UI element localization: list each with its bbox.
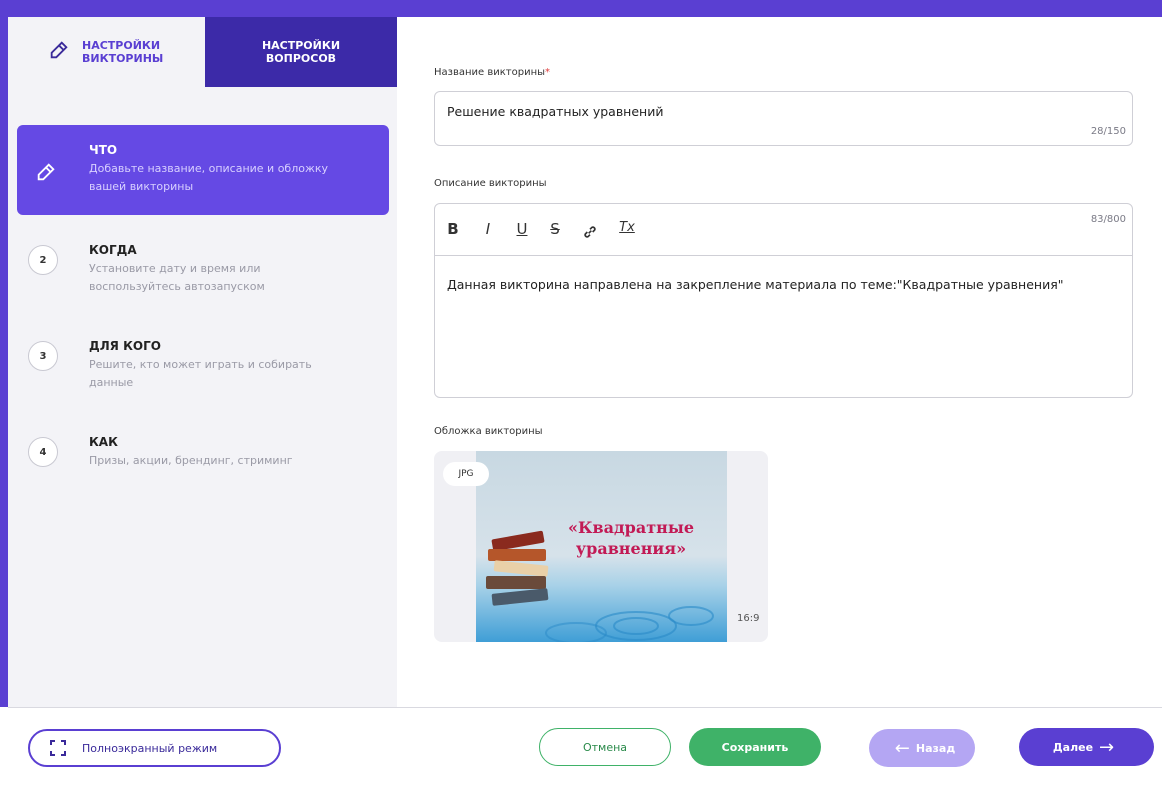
required-mark: * (545, 67, 551, 78)
pencil-icon (50, 41, 68, 59)
clear-format-button[interactable]: Tx (617, 220, 637, 235)
arrow-left-icon: ← (894, 737, 910, 759)
step-what[interactable]: ЧТО Добавьте название, описание и обложк… (17, 125, 389, 215)
link-icon[interactable] (582, 224, 598, 240)
quiz-description-label: Описание викторины (434, 178, 547, 189)
quiz-editor: НАСТРОЙКИ ВИКТОРИНЫ НАСТРОЙКИ ВОПРОСОВ Ч… (0, 0, 1162, 785)
step-number: 3 (28, 341, 58, 371)
step-title: ЧТО (89, 143, 118, 157)
cover-image: «Квадратные уравнения» (476, 451, 727, 642)
step-number: 4 (28, 437, 58, 467)
step-description: Призы, акции, брендинг, стриминг (89, 454, 293, 467)
tab-label-line2: ВИКТОРИНЫ (82, 52, 164, 65)
fullscreen-label: Полноэкранный режим (82, 741, 218, 755)
step-title: КАК (89, 435, 118, 449)
quiz-name-label-text: Название викторины (434, 67, 546, 78)
step-title: КОГДА (89, 243, 137, 257)
italic-button[interactable]: I (478, 220, 498, 238)
quiz-description-value: Данная викторина направлена на закреплен… (447, 277, 1064, 292)
next-button[interactable]: Далее → (1019, 728, 1154, 766)
fullscreen-button[interactable]: Полноэкранный режим (28, 729, 281, 767)
tab-label-line1: НАСТРОЙКИ (82, 39, 161, 52)
tab-label-line2: ВОПРОСОВ (265, 52, 337, 65)
footer: Полноэкранный режим Отмена Сохранить ← Н… (8, 707, 1162, 785)
quiz-name-value: Решение квадратных уравнений (447, 104, 664, 119)
aspect-ratio-label: 16:9 (737, 613, 760, 624)
back-label: Назад (915, 741, 956, 755)
quiz-cover[interactable]: «Квадратные уравнения» JPG 16:9 (434, 451, 768, 642)
quiz-name-label: Название викторины* (434, 67, 550, 78)
sidebar: НАСТРОЙКИ ВИКТОРИНЫ НАСТРОЙКИ ВОПРОСОВ Ч… (8, 17, 397, 707)
step-when[interactable]: 2 КОГДА Установите дату и время или восп… (17, 225, 389, 321)
arrow-right-icon: → (1099, 736, 1115, 758)
strikethrough-button[interactable]: S (545, 220, 565, 238)
books-icon (486, 530, 549, 606)
quiz-description-editor[interactable]: B I U S Tx 83/800 Данная викторина напра… (434, 203, 1133, 398)
file-type-badge: JPG (443, 462, 489, 486)
rich-text-toolbar: B I U S Tx 83/800 (435, 204, 1132, 256)
top-bar (0, 0, 1162, 17)
step-number: 2 (28, 245, 58, 275)
step-description: Решите, кто может играть и собирать данн… (89, 358, 312, 389)
next-label: Далее (1052, 740, 1094, 754)
cancel-button[interactable]: Отмена (539, 728, 671, 766)
quiz-cover-label: Обложка викторины (434, 426, 543, 437)
fullscreen-icon (50, 740, 66, 756)
step-how[interactable]: 4 КАК Призы, акции, брендинг, стриминг (17, 417, 389, 513)
step-description: Добавьте название, описание и обложку ва… (89, 162, 329, 193)
quiz-name-counter: 28/150 (1090, 126, 1126, 137)
quiz-name-field[interactable]: Решение квадратных уравнений 28/150 (434, 91, 1133, 146)
steps-list: ЧТО Добавьте название, описание и обложк… (17, 125, 389, 513)
quiz-description-counter: 83/800 (1090, 214, 1126, 225)
tab-quiz-settings[interactable]: НАСТРОЙКИ ВИКТОРИНЫ (8, 17, 205, 87)
step-title: ДЛЯ КОГО (89, 339, 161, 353)
pencil-icon (37, 163, 55, 181)
main-form: Название викторины* Решение квадратных у… (397, 17, 1162, 707)
cover-title: «Квадратные уравнения» (567, 518, 695, 558)
tab-question-settings[interactable]: НАСТРОЙКИ ВОПРОСОВ (205, 17, 397, 87)
tab-label-line1: НАСТРОЙКИ (261, 39, 341, 52)
underline-button[interactable]: U (512, 220, 532, 238)
bold-button[interactable]: B (443, 220, 463, 238)
step-for-whom[interactable]: 3 ДЛЯ КОГО Решите, кто может играть и со… (17, 321, 389, 417)
step-description: Установите дату и время или воспользуйте… (89, 262, 265, 293)
back-button[interactable]: ← Назад (869, 729, 975, 767)
left-accent-strip (0, 17, 8, 707)
save-button[interactable]: Сохранить (689, 728, 821, 766)
